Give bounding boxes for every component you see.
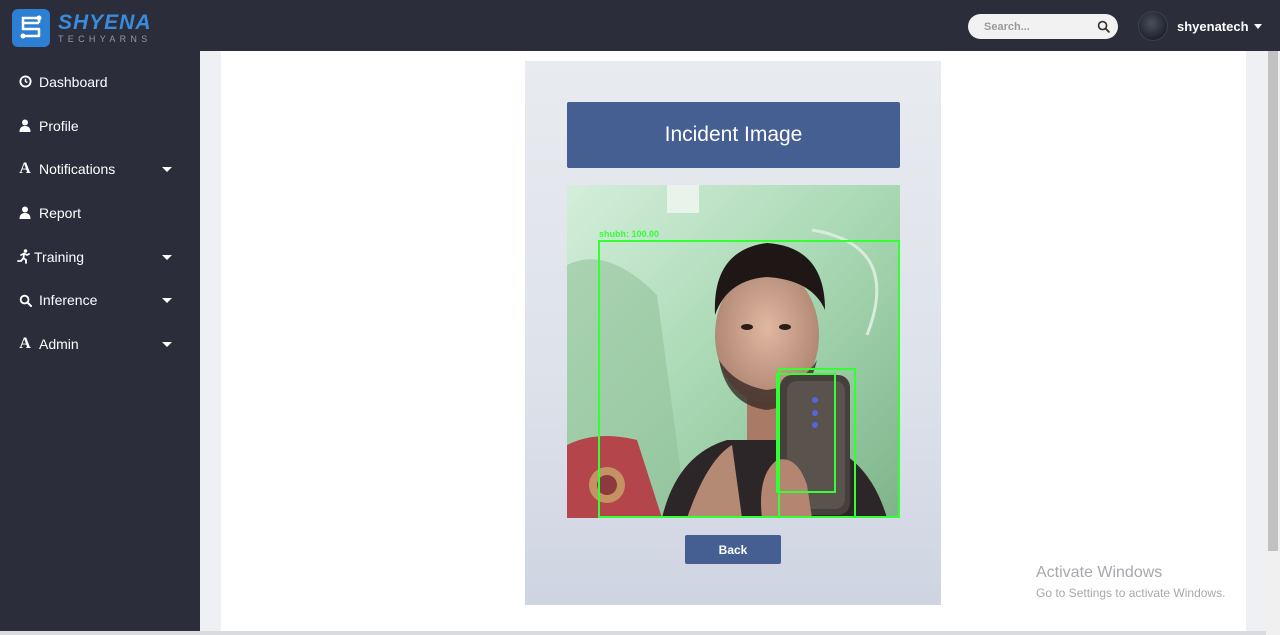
brand-logo[interactable]: SHYENA TECHYARNS	[12, 8, 197, 48]
main-content: Incident Image shubh: 100.00 Back	[221, 51, 1246, 631]
watermark-title: Activate Windows	[1036, 564, 1163, 581]
chevron-down-icon	[162, 341, 172, 347]
sidebar-nav: Dashboard Profile A Notifications Report…	[0, 60, 200, 366]
incident-photo: shubh: 100.00	[567, 185, 900, 518]
search-icon	[18, 293, 32, 307]
brand-tagline: TECHYARNS	[58, 34, 152, 44]
chevron-down-icon	[162, 254, 172, 260]
avatar	[1138, 11, 1168, 41]
sidebar-item-label: Report	[39, 204, 82, 221]
sidebar-item-profile[interactable]: Profile	[0, 104, 200, 148]
clock-icon	[18, 75, 32, 89]
top-bar: shyenatech	[200, 0, 1280, 51]
user-menu[interactable]: shyenatech	[1138, 11, 1262, 41]
search-box	[968, 14, 1118, 39]
sidebar-item-label: Inference	[39, 292, 98, 309]
sidebar-item-notifications[interactable]: A Notifications	[0, 147, 200, 191]
sidebar-item-dashboard[interactable]: Dashboard	[0, 60, 200, 104]
sidebar-item-label: Profile	[39, 117, 79, 134]
back-button[interactable]: Back	[685, 535, 781, 564]
sidebar-item-label: Dashboard	[39, 73, 108, 90]
page-title: Incident Image	[664, 123, 803, 146]
scrollbar-thumb[interactable]	[1268, 51, 1278, 551]
font-icon: A	[19, 160, 31, 178]
sidebar-item-label: Notifications	[39, 161, 116, 178]
sidebar-item-admin[interactable]: A Admin	[0, 322, 200, 366]
card-header: Incident Image	[567, 102, 900, 168]
sidebar-item-label: Training	[34, 248, 85, 265]
brand-name: SHYENA	[58, 11, 152, 34]
search-input[interactable]	[984, 14, 1094, 39]
chevron-down-icon	[162, 167, 172, 173]
chevron-down-icon	[1253, 23, 1262, 29]
logo-mark-icon	[12, 9, 50, 47]
page-scrollbar[interactable]	[1266, 51, 1280, 635]
windows-watermark: Activate Windows Go to Settings to activ…	[1036, 564, 1225, 600]
chevron-down-icon	[162, 298, 172, 304]
sidebar-item-training[interactable]: Training	[0, 235, 200, 279]
bottom-strip	[0, 631, 1266, 635]
sidebar-item-inference[interactable]: Inference	[0, 278, 200, 322]
search-icon[interactable]	[1097, 20, 1110, 33]
user-name: shyenatech	[1177, 18, 1249, 34]
sidebar-item-report[interactable]: Report	[0, 191, 200, 235]
watermark-subtitle: Go to Settings to activate Windows.	[1036, 586, 1226, 600]
incident-image: shubh: 100.00	[567, 185, 900, 518]
user-icon	[18, 119, 32, 133]
incident-card: Incident Image shubh: 100.00 Back	[525, 61, 941, 605]
sidebar-item-label: Admin	[39, 335, 79, 352]
user-icon	[18, 206, 32, 220]
detection-label: shubh: 100.00	[599, 229, 659, 239]
sidebar: SHYENA TECHYARNS Dashboard Profile A Not…	[0, 0, 200, 635]
running-icon	[17, 249, 31, 264]
font-icon: A	[19, 334, 31, 352]
